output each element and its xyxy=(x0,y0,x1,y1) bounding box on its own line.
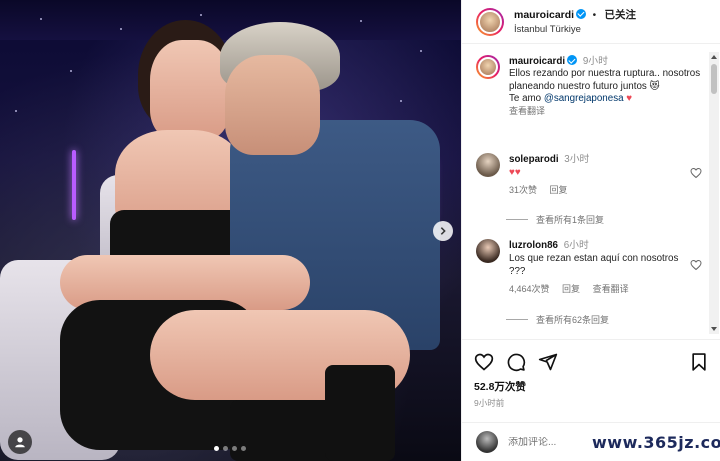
author-avatar[interactable] xyxy=(476,55,500,79)
caption-username[interactable]: mauroicardi xyxy=(509,56,565,67)
carousel-dot xyxy=(214,446,219,451)
carousel-dot xyxy=(232,446,237,451)
comment-username[interactable]: soleparodi xyxy=(509,154,559,165)
likes-count[interactable]: 52.8万次赞 xyxy=(474,379,709,394)
reply-line xyxy=(506,319,528,320)
post-photo[interactable] xyxy=(0,0,461,461)
carousel-dot xyxy=(241,446,246,451)
caption-text: Ellos rezando por nuestra ruptura.. noso… xyxy=(509,68,701,92)
comment-likes[interactable]: 4,464次赞 xyxy=(509,284,550,294)
neon-light xyxy=(72,150,76,220)
scroll-up-arrow-icon[interactable] xyxy=(709,52,719,62)
scrollbar-thumb[interactable] xyxy=(711,64,717,94)
comment-like-heart-icon[interactable] xyxy=(690,167,702,179)
verified-badge-icon xyxy=(576,8,587,19)
comment-icon[interactable] xyxy=(506,352,526,372)
ceiling-star xyxy=(420,50,422,52)
caption-line2: Te amo xyxy=(509,92,542,104)
watermark: www.365jz.com xyxy=(592,433,720,452)
next-photo-button[interactable] xyxy=(433,221,453,241)
ceiling-star xyxy=(400,100,402,102)
comment-reply-button[interactable]: 回复 xyxy=(562,284,580,294)
caption-translate-link[interactable]: 查看翻译 xyxy=(509,105,708,117)
next-arrow-icon xyxy=(440,227,446,235)
man-face xyxy=(225,55,320,155)
ceiling-star xyxy=(360,20,362,22)
post-header: mauroicardi • 已关注 İstanbul Türkiye xyxy=(462,0,720,44)
post-timestamp: 9小时前 xyxy=(474,398,505,408)
comment-item: soleparodi 3小时 ♥♥ 31次赞 回复 xyxy=(476,153,708,197)
follow-status-button[interactable]: 已关注 xyxy=(605,9,637,21)
comment-text: ♥♥ xyxy=(509,167,521,178)
like-heart-icon[interactable] xyxy=(474,352,494,372)
ceiling xyxy=(0,0,461,40)
view-replies-label[interactable]: 查看所有1条回复 xyxy=(536,213,604,226)
comment-time: 3小时 xyxy=(564,154,590,165)
post-actions: 52.8万次赞 9小时前 xyxy=(462,339,720,409)
carousel-dots xyxy=(214,446,246,451)
comments-scrollbar[interactable] xyxy=(709,52,719,334)
comment-text: Los que rezan estan aquí con nosotros ??… xyxy=(509,253,679,277)
post-location[interactable]: İstanbul Türkiye xyxy=(514,23,636,37)
woman-face xyxy=(150,40,230,140)
heart-emoji: ♥ xyxy=(626,92,633,104)
ceiling-star xyxy=(40,18,42,20)
commenter-avatar[interactable] xyxy=(476,239,500,263)
verified-badge-icon xyxy=(567,55,578,65)
black-boot xyxy=(230,400,340,461)
post-sidebar: mauroicardi • 已关注 İstanbul Türkiye mauro… xyxy=(461,0,720,461)
comment-like-heart-icon[interactable] xyxy=(690,259,702,271)
user-tag-icon xyxy=(15,437,25,448)
comment-likes[interactable]: 31次赞 xyxy=(509,185,537,195)
ceiling-star xyxy=(200,14,202,16)
caption-time: 9小时 xyxy=(582,56,608,67)
comments-section[interactable]: mauroicardi 9小时 Ellos rezando por nuestr… xyxy=(462,45,708,338)
caption-mention[interactable]: @sangrejaponesa xyxy=(544,93,624,104)
caption-emoji: 😻 xyxy=(649,80,660,92)
ceiling-star xyxy=(70,70,72,72)
ceiling-star xyxy=(15,110,17,112)
author-avatar[interactable] xyxy=(476,7,504,36)
ceiling-star xyxy=(120,28,122,30)
commenter-avatar[interactable] xyxy=(476,153,500,177)
view-replies-button[interactable]: 查看所有1条回复 xyxy=(506,213,604,226)
black-boot xyxy=(325,365,395,461)
scroll-down-arrow-icon[interactable] xyxy=(709,324,719,334)
save-icon[interactable] xyxy=(689,352,709,372)
comment-reply-button[interactable]: 回复 xyxy=(550,185,568,195)
comment-translate-link[interactable]: 查看翻译 xyxy=(593,284,629,294)
reply-line xyxy=(506,219,528,220)
tagged-users-button[interactable] xyxy=(8,430,32,454)
separator-dot: • xyxy=(592,9,597,21)
viewer-avatar xyxy=(476,431,498,453)
post-caption: mauroicardi 9小时 Ellos rezando por nuestr… xyxy=(476,55,708,117)
comment-username[interactable]: luzrolon86 xyxy=(509,240,558,251)
author-username[interactable]: mauroicardi xyxy=(514,9,574,21)
share-icon[interactable] xyxy=(538,352,558,372)
instagram-post-modal: mauroicardi • 已关注 İstanbul Türkiye mauro… xyxy=(0,0,720,461)
view-replies-button[interactable]: 查看所有62条回复 xyxy=(506,313,609,326)
comment-time: 6小时 xyxy=(563,240,589,251)
carousel-dot xyxy=(223,446,228,451)
view-replies-label[interactable]: 查看所有62条回复 xyxy=(536,313,609,326)
comment-item: luzrolon86 6小时 Los que rezan estan aquí … xyxy=(476,239,708,296)
